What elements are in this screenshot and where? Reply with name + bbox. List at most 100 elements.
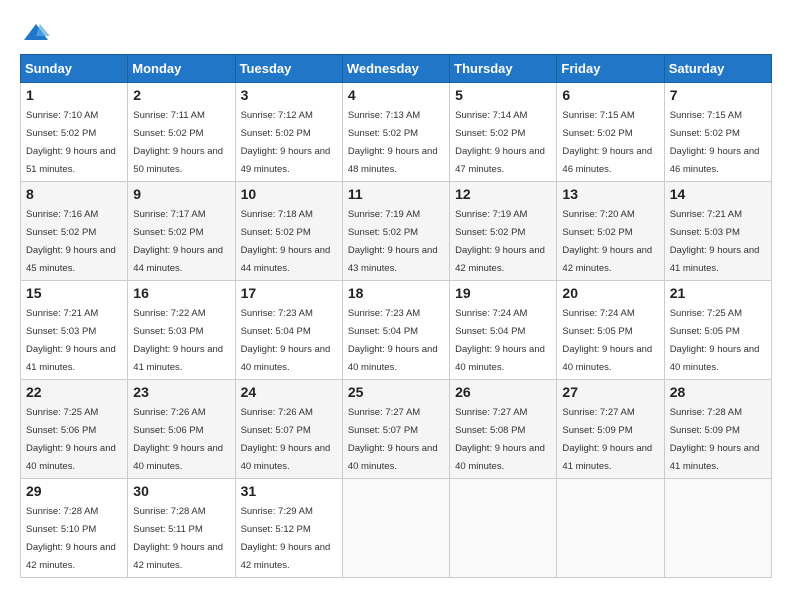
day-info: Sunrise: 7:15 AMSunset: 5:02 PMDaylight:… (562, 110, 652, 175)
day-info: Sunrise: 7:27 AMSunset: 5:08 PMDaylight:… (455, 407, 545, 472)
day-number: 30 (133, 483, 229, 499)
day-info: Sunrise: 7:22 AMSunset: 5:03 PMDaylight:… (133, 308, 223, 373)
calendar-cell: 24 Sunrise: 7:26 AMSunset: 5:07 PMDaylig… (235, 380, 342, 479)
week-row-1: 1 Sunrise: 7:10 AMSunset: 5:02 PMDayligh… (21, 83, 772, 182)
calendar-cell: 25 Sunrise: 7:27 AMSunset: 5:07 PMDaylig… (342, 380, 449, 479)
day-number: 26 (455, 384, 551, 400)
day-number: 3 (241, 87, 337, 103)
day-number: 24 (241, 384, 337, 400)
calendar-cell: 6 Sunrise: 7:15 AMSunset: 5:02 PMDayligh… (557, 83, 664, 182)
calendar-cell: 29 Sunrise: 7:28 AMSunset: 5:10 PMDaylig… (21, 479, 128, 578)
day-header-thursday: Thursday (450, 55, 557, 83)
calendar-cell: 31 Sunrise: 7:29 AMSunset: 5:12 PMDaylig… (235, 479, 342, 578)
calendar-cell: 22 Sunrise: 7:25 AMSunset: 5:06 PMDaylig… (21, 380, 128, 479)
day-number: 19 (455, 285, 551, 301)
calendar-cell: 3 Sunrise: 7:12 AMSunset: 5:02 PMDayligh… (235, 83, 342, 182)
calendar-cell: 30 Sunrise: 7:28 AMSunset: 5:11 PMDaylig… (128, 479, 235, 578)
day-number: 10 (241, 186, 337, 202)
day-info: Sunrise: 7:27 AMSunset: 5:07 PMDaylight:… (348, 407, 438, 472)
calendar-header-row: SundayMondayTuesdayWednesdayThursdayFrid… (21, 55, 772, 83)
calendar-cell: 17 Sunrise: 7:23 AMSunset: 5:04 PMDaylig… (235, 281, 342, 380)
calendar-cell: 1 Sunrise: 7:10 AMSunset: 5:02 PMDayligh… (21, 83, 128, 182)
day-number: 22 (26, 384, 122, 400)
day-info: Sunrise: 7:11 AMSunset: 5:02 PMDaylight:… (133, 110, 223, 175)
calendar-cell: 13 Sunrise: 7:20 AMSunset: 5:02 PMDaylig… (557, 182, 664, 281)
day-info: Sunrise: 7:17 AMSunset: 5:02 PMDaylight:… (133, 209, 223, 274)
day-number: 13 (562, 186, 658, 202)
day-number: 9 (133, 186, 229, 202)
calendar-cell: 26 Sunrise: 7:27 AMSunset: 5:08 PMDaylig… (450, 380, 557, 479)
day-info: Sunrise: 7:27 AMSunset: 5:09 PMDaylight:… (562, 407, 652, 472)
day-number: 2 (133, 87, 229, 103)
day-number: 5 (455, 87, 551, 103)
day-info: Sunrise: 7:21 AMSunset: 5:03 PMDaylight:… (670, 209, 760, 274)
day-number: 17 (241, 285, 337, 301)
day-number: 18 (348, 285, 444, 301)
day-number: 12 (455, 186, 551, 202)
day-number: 11 (348, 186, 444, 202)
day-info: Sunrise: 7:26 AMSunset: 5:07 PMDaylight:… (241, 407, 331, 472)
calendar-cell: 7 Sunrise: 7:15 AMSunset: 5:02 PMDayligh… (664, 83, 771, 182)
day-info: Sunrise: 7:29 AMSunset: 5:12 PMDaylight:… (241, 506, 331, 571)
week-row-3: 15 Sunrise: 7:21 AMSunset: 5:03 PMDaylig… (21, 281, 772, 380)
day-header-sunday: Sunday (21, 55, 128, 83)
calendar-cell: 27 Sunrise: 7:27 AMSunset: 5:09 PMDaylig… (557, 380, 664, 479)
logo-icon (22, 20, 50, 48)
calendar-cell: 2 Sunrise: 7:11 AMSunset: 5:02 PMDayligh… (128, 83, 235, 182)
calendar-cell: 20 Sunrise: 7:24 AMSunset: 5:05 PMDaylig… (557, 281, 664, 380)
day-info: Sunrise: 7:28 AMSunset: 5:09 PMDaylight:… (670, 407, 760, 472)
calendar-cell: 16 Sunrise: 7:22 AMSunset: 5:03 PMDaylig… (128, 281, 235, 380)
day-number: 6 (562, 87, 658, 103)
day-info: Sunrise: 7:16 AMSunset: 5:02 PMDaylight:… (26, 209, 116, 274)
day-info: Sunrise: 7:23 AMSunset: 5:04 PMDaylight:… (348, 308, 438, 373)
day-number: 16 (133, 285, 229, 301)
calendar-cell: 9 Sunrise: 7:17 AMSunset: 5:02 PMDayligh… (128, 182, 235, 281)
day-number: 28 (670, 384, 766, 400)
day-header-friday: Friday (557, 55, 664, 83)
day-info: Sunrise: 7:13 AMSunset: 5:02 PMDaylight:… (348, 110, 438, 175)
day-info: Sunrise: 7:25 AMSunset: 5:05 PMDaylight:… (670, 308, 760, 373)
day-number: 14 (670, 186, 766, 202)
calendar-body: 1 Sunrise: 7:10 AMSunset: 5:02 PMDayligh… (21, 83, 772, 578)
day-number: 20 (562, 285, 658, 301)
week-row-2: 8 Sunrise: 7:16 AMSunset: 5:02 PMDayligh… (21, 182, 772, 281)
day-number: 27 (562, 384, 658, 400)
day-number: 23 (133, 384, 229, 400)
day-header-monday: Monday (128, 55, 235, 83)
day-info: Sunrise: 7:23 AMSunset: 5:04 PMDaylight:… (241, 308, 331, 373)
logo (20, 20, 50, 48)
calendar-cell: 8 Sunrise: 7:16 AMSunset: 5:02 PMDayligh… (21, 182, 128, 281)
day-info: Sunrise: 7:12 AMSunset: 5:02 PMDaylight:… (241, 110, 331, 175)
day-number: 1 (26, 87, 122, 103)
page-header (20, 20, 772, 48)
day-header-wednesday: Wednesday (342, 55, 449, 83)
calendar-cell: 10 Sunrise: 7:18 AMSunset: 5:02 PMDaylig… (235, 182, 342, 281)
day-info: Sunrise: 7:20 AMSunset: 5:02 PMDaylight:… (562, 209, 652, 274)
day-info: Sunrise: 7:15 AMSunset: 5:02 PMDaylight:… (670, 110, 760, 175)
calendar-cell: 11 Sunrise: 7:19 AMSunset: 5:02 PMDaylig… (342, 182, 449, 281)
calendar-cell: 21 Sunrise: 7:25 AMSunset: 5:05 PMDaylig… (664, 281, 771, 380)
day-number: 29 (26, 483, 122, 499)
day-number: 15 (26, 285, 122, 301)
calendar-cell: 28 Sunrise: 7:28 AMSunset: 5:09 PMDaylig… (664, 380, 771, 479)
calendar-cell: 23 Sunrise: 7:26 AMSunset: 5:06 PMDaylig… (128, 380, 235, 479)
day-info: Sunrise: 7:25 AMSunset: 5:06 PMDaylight:… (26, 407, 116, 472)
calendar-cell: 15 Sunrise: 7:21 AMSunset: 5:03 PMDaylig… (21, 281, 128, 380)
day-info: Sunrise: 7:21 AMSunset: 5:03 PMDaylight:… (26, 308, 116, 373)
day-info: Sunrise: 7:14 AMSunset: 5:02 PMDaylight:… (455, 110, 545, 175)
calendar-cell (450, 479, 557, 578)
calendar-cell: 14 Sunrise: 7:21 AMSunset: 5:03 PMDaylig… (664, 182, 771, 281)
calendar-table: SundayMondayTuesdayWednesdayThursdayFrid… (20, 54, 772, 578)
day-info: Sunrise: 7:19 AMSunset: 5:02 PMDaylight:… (348, 209, 438, 274)
day-info: Sunrise: 7:26 AMSunset: 5:06 PMDaylight:… (133, 407, 223, 472)
day-info: Sunrise: 7:24 AMSunset: 5:04 PMDaylight:… (455, 308, 545, 373)
calendar-cell (342, 479, 449, 578)
day-number: 25 (348, 384, 444, 400)
week-row-4: 22 Sunrise: 7:25 AMSunset: 5:06 PMDaylig… (21, 380, 772, 479)
day-header-saturday: Saturday (664, 55, 771, 83)
day-number: 31 (241, 483, 337, 499)
day-info: Sunrise: 7:24 AMSunset: 5:05 PMDaylight:… (562, 308, 652, 373)
day-number: 4 (348, 87, 444, 103)
week-row-5: 29 Sunrise: 7:28 AMSunset: 5:10 PMDaylig… (21, 479, 772, 578)
calendar-cell: 19 Sunrise: 7:24 AMSunset: 5:04 PMDaylig… (450, 281, 557, 380)
